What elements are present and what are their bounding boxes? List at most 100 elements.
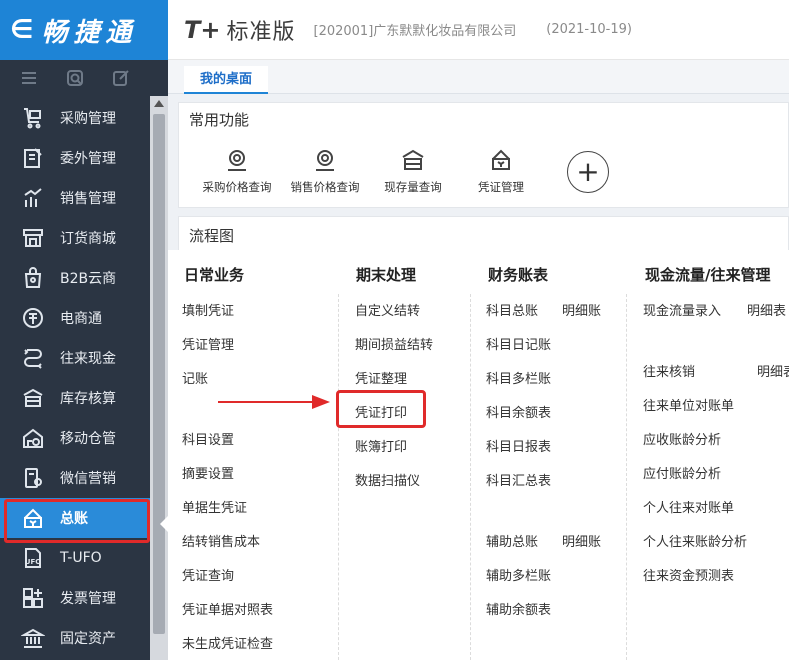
- inventory-icon: [20, 385, 46, 411]
- sidebar-item-wechat[interactable]: 微信营销: [0, 458, 150, 498]
- link-aux-ledger[interactable]: 辅助总账: [486, 531, 538, 550]
- section-title: 流程图: [189, 227, 235, 245]
- back-icon[interactable]: ∈: [10, 17, 33, 43]
- link-voucher-query[interactable]: 凭证查询: [182, 565, 234, 584]
- edit-icon[interactable]: [110, 67, 132, 89]
- shortcut-label: 凭证管理: [478, 180, 524, 194]
- link-post-voucher[interactable]: 记账: [182, 368, 208, 387]
- link-cashflow-detail[interactable]: 明细表: [747, 300, 786, 319]
- invoice-icon: [20, 585, 46, 611]
- column-divider: [470, 294, 471, 660]
- link-account-journal[interactable]: 科目日记账: [486, 334, 551, 353]
- company-name: [202001]广东默默化妆品有限公司: [313, 24, 517, 39]
- bank-icon: [20, 625, 46, 651]
- link-account-ledger[interactable]: 科目总账: [486, 300, 538, 319]
- sidebar-item-cash[interactable]: 往来现金: [0, 338, 150, 378]
- link-ar-ap-writeoff[interactable]: 往来核销: [643, 361, 695, 380]
- link-carry-sales-cost[interactable]: 结转销售成本: [182, 531, 260, 550]
- link-writeoff-detail[interactable]: 明细表: [757, 361, 789, 380]
- link-aux-multi-column[interactable]: 辅助多栏账: [486, 565, 551, 584]
- app-header: T+ 标准版 [202001]广东默默化妆品有限公司 (2021-10-19): [168, 0, 789, 60]
- menu-icon[interactable]: [18, 67, 40, 89]
- annotation-highlight-box: [336, 390, 426, 428]
- sidebar-item-ecommerce[interactable]: 电商通: [0, 298, 150, 338]
- link-ap-aging[interactable]: 应付账龄分析: [643, 463, 721, 482]
- sidebar-item-label: B2B云商: [60, 271, 117, 287]
- bag-icon: [20, 265, 46, 291]
- column-divider: [626, 294, 627, 660]
- link-detail-ledger[interactable]: 明细账: [562, 300, 601, 319]
- app-logo[interactable]: ∈ 畅捷通: [0, 0, 168, 60]
- sidebar-item-fixed-assets[interactable]: 固定资产: [0, 618, 150, 658]
- sidebar-menu: 采购管理 委外管理 销售管理 订货商城 B2B云商 电商通 往来现金 库存核算: [0, 98, 150, 658]
- logo-text: 畅捷通: [41, 17, 138, 48]
- column-title-financial-reports: 财务账表: [488, 266, 549, 284]
- brand-name: T+: [184, 15, 221, 44]
- sidebar-item-tufo[interactable]: UFO T-UFO: [0, 538, 150, 578]
- main-content: 常用功能 采购价格查询 销售价格查询 现存量查询 凭证管理 + 流程图 日常业务…: [168, 94, 789, 660]
- link-summary-report[interactable]: 科目汇总表: [486, 470, 551, 489]
- sidebar-item-general-ledger[interactable]: 总账: [0, 498, 150, 543]
- link-summary-setup[interactable]: 摘要设置: [182, 463, 234, 482]
- sidebar-item-b2b[interactable]: B2B云商: [0, 258, 150, 298]
- active-pointer-icon: [160, 516, 168, 532]
- link-aux-detail-ledger[interactable]: 明细账: [562, 531, 601, 550]
- gear-price-icon: [224, 147, 250, 173]
- gear-price-icon: [312, 147, 338, 173]
- link-voucher-management[interactable]: 凭证管理: [182, 334, 234, 353]
- link-pl-carryover[interactable]: 期间损益结转: [355, 334, 433, 353]
- link-account-setup[interactable]: 科目设置: [182, 429, 234, 448]
- sidebar-item-label: 采购管理: [60, 111, 116, 127]
- sidebar-item-label: 订货商城: [60, 231, 116, 247]
- tab-my-desktop[interactable]: 我的桌面: [184, 66, 269, 94]
- link-fund-forecast[interactable]: 往来资金预测表: [643, 565, 734, 584]
- link-ar-aging[interactable]: 应收账龄分析: [643, 429, 721, 448]
- shortcut-purchase-price-query[interactable]: 采购价格查询: [193, 147, 281, 195]
- add-shortcut-button[interactable]: +: [567, 151, 609, 193]
- scroll-up-arrow-icon[interactable]: [154, 100, 164, 107]
- link-cashflow-entry[interactable]: 现金流量录入: [643, 300, 721, 319]
- link-unvouchered-check[interactable]: 未生成凭证检查: [182, 633, 273, 652]
- link-data-scanner[interactable]: 数据扫描仪: [355, 470, 420, 489]
- tab-bar: 我的桌面: [168, 60, 789, 94]
- sidebar-item-label: 微信营销: [60, 471, 116, 487]
- link-doc-to-voucher[interactable]: 单据生凭证: [182, 497, 247, 516]
- login-date: (2021-10-19): [546, 22, 632, 37]
- column-title-daily: 日常业务: [184, 266, 245, 284]
- search-icon[interactable]: [64, 67, 86, 89]
- link-aux-balance[interactable]: 辅助余额表: [486, 599, 551, 618]
- svg-text:UFO: UFO: [25, 558, 41, 566]
- shop-icon: [20, 225, 46, 251]
- sidebar-item-shop[interactable]: 订货商城: [0, 218, 150, 258]
- shortcut-sales-price-query[interactable]: 销售价格查询: [281, 147, 369, 195]
- link-daily-report[interactable]: 科目日报表: [486, 436, 551, 455]
- link-voucher-tidy[interactable]: 凭证整理: [355, 368, 407, 387]
- shortcut-label: 销售价格查询: [290, 180, 360, 194]
- link-personal-statement[interactable]: 个人往来对账单: [643, 497, 734, 516]
- sidebar-item-outsource[interactable]: 委外管理: [0, 138, 150, 178]
- sidebar-item-purchase[interactable]: 采购管理: [0, 98, 150, 138]
- ledger-icon: [20, 505, 46, 531]
- link-custom-carryover[interactable]: 自定义结转: [355, 300, 420, 319]
- sidebar-item-invoice[interactable]: 发票管理: [0, 578, 150, 618]
- link-fill-voucher[interactable]: 填制凭证: [182, 300, 234, 319]
- stock-icon: [400, 147, 426, 173]
- link-personal-aging[interactable]: 个人往来账龄分析: [643, 531, 747, 550]
- sidebar-item-mobile-warehouse[interactable]: 移动仓管: [0, 418, 150, 458]
- sidebar-item-label: 电商通: [60, 311, 102, 327]
- sidebar-toolbar: [0, 60, 150, 96]
- link-partner-statement[interactable]: 往来单位对账单: [643, 395, 734, 414]
- shortcut-voucher-management[interactable]: 凭证管理: [457, 147, 545, 195]
- sidebar-scrollbar[interactable]: [150, 96, 168, 660]
- link-voucher-doc-compare[interactable]: 凭证单据对照表: [182, 599, 273, 618]
- sidebar-item-inventory[interactable]: 库存核算: [0, 378, 150, 418]
- link-multi-column-ledger[interactable]: 科目多栏账: [486, 368, 551, 387]
- scrollbar-thumb[interactable]: [153, 114, 165, 634]
- sidebar-item-sales[interactable]: 销售管理: [0, 178, 150, 218]
- link-book-print[interactable]: 账簿打印: [355, 436, 407, 455]
- voucher-icon: [488, 147, 514, 173]
- edition-label: 标准版: [226, 19, 296, 45]
- mobile-warehouse-icon: [20, 425, 46, 451]
- link-balance-sheet[interactable]: 科目余额表: [486, 402, 551, 421]
- shortcut-stock-query[interactable]: 现存量查询: [369, 147, 457, 195]
